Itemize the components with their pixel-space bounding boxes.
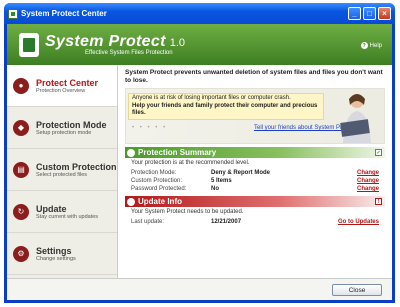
summary-row: Custom Protection: 5 Items Change [125, 177, 385, 185]
close-button[interactable]: Close [332, 284, 382, 296]
update-note: Your System Protect needs to be updated. [131, 209, 244, 215]
row-label: Password Protected: [131, 186, 187, 192]
shield-icon [127, 148, 135, 157]
castle-logo-icon [19, 32, 39, 57]
app-window: System Protect Center _ □ × System Prote… [4, 3, 395, 303]
banner-dots: • • • • • [132, 125, 168, 131]
update-icon: ↻ [13, 203, 29, 220]
summary-row: Protection Mode: Deny & Report Mode Change [125, 169, 385, 177]
change-protection-mode-link[interactable]: Change [357, 170, 379, 176]
row-label: Custom Protection: [131, 178, 183, 184]
row-value: Deny & Report Mode [211, 170, 271, 176]
change-custom-protection-link[interactable]: Change [357, 178, 379, 184]
sidebar-item-title: Protect Center [36, 77, 99, 88]
brand-version: 1.0 [169, 37, 185, 49]
client-area: System Protect 1.0 Effective System Files… [7, 24, 392, 300]
woman-with-laptop-image [340, 94, 371, 143]
sidebar-item-subtitle: Change settings [36, 255, 76, 262]
help-label: Help [369, 42, 382, 49]
close-window-button[interactable]: × [378, 7, 391, 20]
row-value: 12/21/2007 [211, 219, 242, 225]
sidebar-item-subtitle: Select protected files [36, 171, 88, 178]
update-row: Last update: 12/21/2007 Go to Updates [125, 218, 385, 226]
files-icon: ▤ [13, 161, 29, 178]
app-icon [8, 8, 18, 19]
minimize-button[interactable]: _ [348, 7, 361, 20]
warning-icon: ! [375, 198, 382, 205]
update-info-header: Update Info ! [125, 196, 385, 207]
content-body: ● Protect Center Protection Overview ◆ Pr… [7, 65, 392, 278]
sidebar-item-title: Settings [36, 245, 72, 256]
sidebar-item-subtitle: Protection Overview [36, 87, 86, 94]
sidebar-item-protect-center[interactable]: ● Protect Center Protection Overview [7, 65, 117, 107]
maximize-button[interactable]: □ [363, 7, 376, 20]
gear-icon: ⚙ [13, 245, 29, 262]
row-value: 5 Items [211, 178, 232, 184]
banner-text: Anyone is at risk of losing important fi… [128, 93, 324, 120]
app-header: System Protect 1.0 Effective System Files… [7, 24, 392, 65]
sidebar-item-title: Protection Mode [36, 119, 107, 130]
promo-banner: Anyone is at risk of losing important fi… [125, 88, 385, 144]
go-to-updates-link[interactable]: Go to Updates [338, 219, 379, 225]
row-label: Last update: [131, 219, 165, 225]
alert-icon [127, 197, 135, 206]
check-icon: ✓ [375, 149, 382, 156]
sidebar-item-protection-mode[interactable]: ◆ Protection Mode Setup protection mode [7, 107, 117, 149]
title-bar: System Protect Center _ □ × [4, 3, 395, 24]
sidebar-item-settings[interactable]: ⚙ Settings Change settings [7, 233, 117, 275]
summary-note: Your protection is at the recommended le… [131, 160, 250, 166]
brand-name: System Protect [45, 33, 166, 50]
sidebar-item-title: Custom Protection [36, 161, 117, 172]
protection-summary-header: Protection Summary ✓ [125, 147, 385, 158]
banner-line-2: Help your friends and family protect the… [132, 102, 318, 117]
brand: System Protect 1.0 Effective System Files… [45, 33, 185, 56]
sidebar: ● Protect Center Protection Overview ◆ Pr… [7, 65, 118, 278]
help-icon: ? [360, 42, 368, 49]
sidebar-item-custom-protection[interactable]: ▤ Custom Protection Select protected file… [7, 149, 117, 191]
footer-bar: Close [7, 278, 392, 300]
banner-line-1: Anyone is at risk of losing important fi… [132, 95, 291, 101]
protection-summary-section: Protection Summary ✓ Your protection is … [125, 147, 385, 193]
section-title: Update Info [138, 197, 182, 206]
help-link[interactable]: ? Help [360, 42, 382, 49]
brand-tagline: Effective System Files Protection [85, 50, 173, 56]
row-value: No [211, 186, 219, 192]
change-password-link[interactable]: Change [357, 186, 379, 192]
sidebar-item-title: Update [36, 203, 67, 214]
summary-row: Password Protected: No Change [125, 185, 385, 193]
section-title: Protection Summary [138, 148, 217, 157]
mode-icon: ◆ [13, 119, 29, 136]
intro-text: System Protect prevents unwanted deletio… [125, 69, 383, 84]
sidebar-item-subtitle: Setup protection mode [36, 129, 92, 136]
window-title: System Protect Center [21, 9, 107, 18]
shield-icon: ● [13, 77, 29, 94]
sidebar-item-subtitle: Stay current with updates [36, 213, 99, 220]
update-info-section: Update Info ! Your System Protect needs … [125, 196, 385, 226]
sidebar-item-update[interactable]: ↻ Update Stay current with updates [7, 191, 117, 233]
row-label: Protection Mode: [131, 170, 177, 176]
main-panel: System Protect prevents unwanted deletio… [118, 65, 392, 278]
